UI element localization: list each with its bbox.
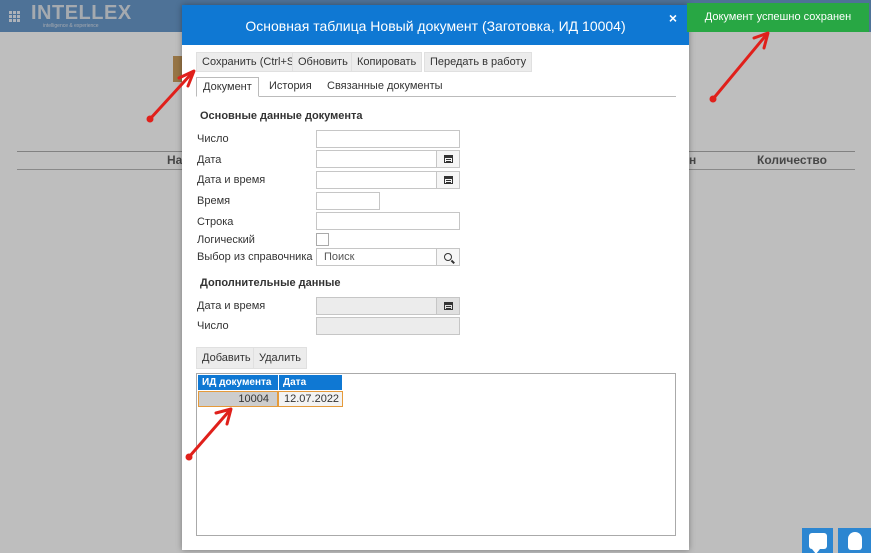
extra-datetime-field [316,297,460,315]
tab-history[interactable]: История [263,77,318,97]
search-icon[interactable] [436,249,459,265]
label-datetime: Дата и время [197,174,266,186]
column-header-date[interactable]: Дата [279,375,342,390]
cell-document-id[interactable]: 10004 [198,391,278,407]
success-toast: Документ успешно сохранен [687,3,869,32]
label-number: Число [197,133,229,145]
tab-related-documents[interactable]: Связанные документы [321,77,449,97]
send-to-work-button[interactable]: Передать в работу [424,52,533,72]
save-button[interactable]: Сохранить (Ctrl+S) [196,52,304,72]
delete-row-button[interactable]: Удалить [253,347,307,369]
lightbulb-icon [847,531,862,550]
label-time: Время [197,195,231,207]
column-header-document-id[interactable]: ИД документа [198,375,278,390]
number-field[interactable] [316,130,460,148]
label-string: Строка [197,216,234,228]
search-placeholder: Поиск [324,251,355,263]
tab-bar: Документ История Связанные документы [196,77,676,97]
add-row-button[interactable]: Добавить [196,347,257,369]
section-extra-data: Дополнительные данные [200,277,341,289]
calendar-icon[interactable] [436,172,459,188]
copy-button[interactable]: Копировать [351,52,423,72]
modal-title: Основная таблица Новый документ (Заготов… [245,18,626,34]
section-main-data: Основные данные документа [200,110,363,122]
datetime-field[interactable] [316,171,460,189]
documents-grid: ИД документа Дата 10004 12.07.2022 [196,373,676,536]
ideas-button[interactable] [838,528,871,553]
string-field[interactable] [316,212,460,230]
extra-number-field [316,317,460,335]
tab-document[interactable]: Документ [196,77,259,97]
label-date: Дата [197,154,222,166]
close-icon[interactable]: × [669,10,677,26]
logical-checkbox[interactable] [316,233,329,246]
chat-icon [808,532,827,553]
time-field[interactable] [316,192,380,210]
chat-button[interactable] [802,528,833,553]
calendar-icon [436,298,459,314]
calendar-icon[interactable] [436,151,459,167]
refresh-button[interactable]: Обновить [292,52,354,72]
label-extra-number: Число [197,320,229,332]
cell-date[interactable]: 12.07.2022 [278,391,343,407]
label-extra-datetime: Дата и время [197,300,266,312]
modal-header: Основная таблица Новый документ (Заготов… [182,5,689,45]
document-modal: Основная таблица Новый документ (Заготов… [182,5,689,550]
label-logical: Логический [197,234,255,246]
date-field[interactable] [316,150,460,168]
label-lookup: Выбор из справочника [197,251,313,263]
lookup-field[interactable]: Поиск [316,248,460,266]
